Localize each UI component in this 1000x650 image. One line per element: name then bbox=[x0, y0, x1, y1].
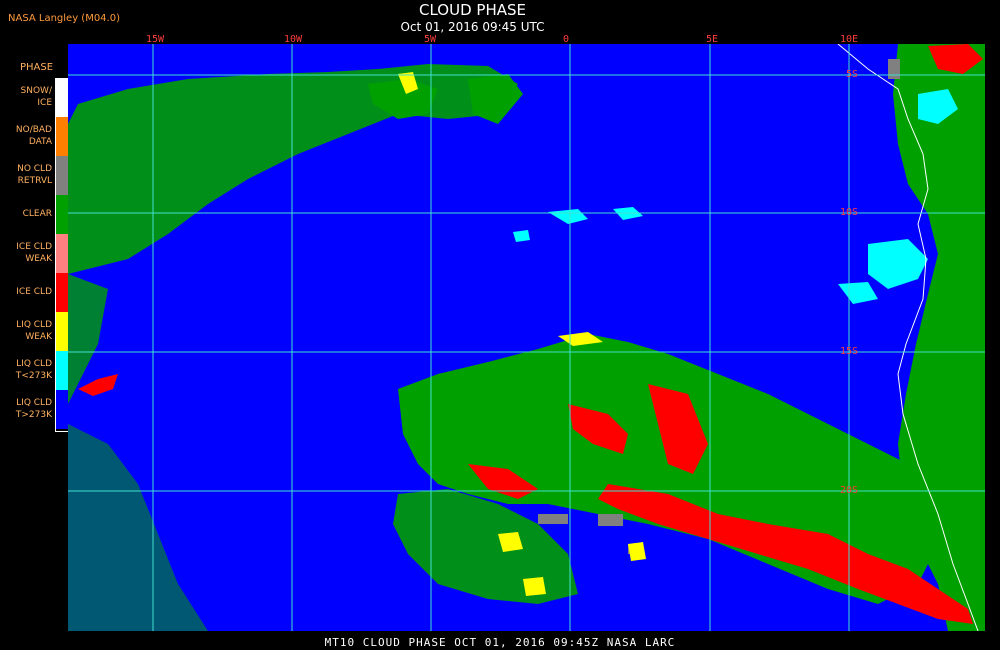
legend-label: ICE CLD WEAK bbox=[16, 242, 52, 264]
map-svg bbox=[68, 44, 985, 631]
map-title: CLOUD PHASE bbox=[419, 1, 526, 19]
cloud-region-no-retrieval bbox=[598, 514, 623, 526]
footer-caption: MT10 CLOUD PHASE OCT 01, 2016 09:45Z NAS… bbox=[324, 636, 676, 649]
lat-label-5s: 5S bbox=[846, 69, 859, 80]
cloud-region-no-retrieval bbox=[538, 514, 568, 524]
legend-label: CLEAR bbox=[22, 209, 52, 219]
legend-label: NO CLD RETRVL bbox=[17, 164, 52, 186]
legend-label: LIQ CLD T<273K bbox=[15, 359, 52, 381]
legend-label: LIQ CLD T>273K bbox=[15, 398, 52, 420]
cloud-region-liquid-weak bbox=[523, 577, 546, 596]
cloud-phase-map[interactable] bbox=[68, 44, 985, 631]
legend-label: SNOW/ ICE bbox=[20, 86, 52, 108]
cloud-region-liquid-cold bbox=[513, 230, 530, 242]
cloud-region-liquid-weak bbox=[628, 542, 646, 561]
map-timestamp: Oct 01, 2016 09:45 UTC bbox=[400, 20, 545, 34]
lat-label-20s: 20S bbox=[840, 485, 859, 496]
legend-label: LIQ CLD WEAK bbox=[16, 320, 52, 342]
lat-label-10s: 10S bbox=[840, 207, 859, 218]
legend-label: NO/BAD DATA bbox=[15, 125, 52, 147]
lat-label-15s: 15S bbox=[840, 346, 859, 357]
cloud-region-no-retrieval bbox=[888, 59, 900, 79]
legend-label: ICE CLD bbox=[16, 287, 52, 297]
legend-title: PHASE bbox=[20, 62, 54, 73]
